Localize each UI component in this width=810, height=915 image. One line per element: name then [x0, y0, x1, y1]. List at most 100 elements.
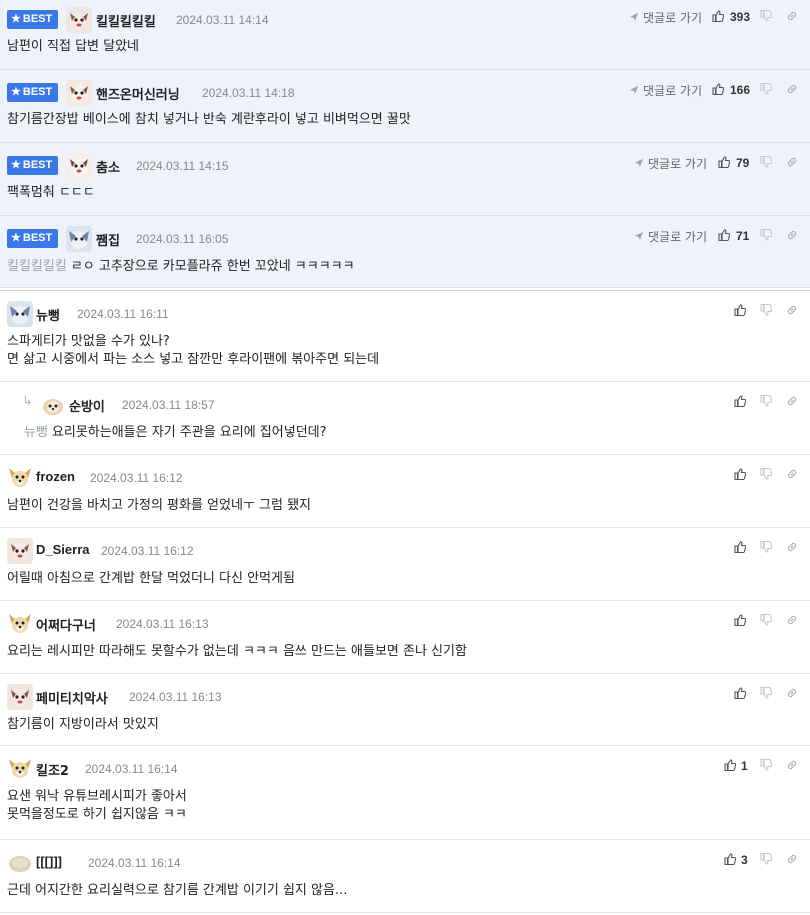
comment-text: 남편이 직접 답변 달았네: [7, 39, 139, 54]
nickname[interactable]: 킬조2: [36, 760, 69, 779]
like-count: 166: [730, 83, 751, 97]
link-icon[interactable]: [786, 468, 798, 480]
link-icon[interactable]: [786, 759, 798, 771]
avatar[interactable]: [7, 465, 33, 491]
avatar-icon: [7, 684, 33, 710]
like-count: 3: [741, 853, 748, 867]
thumbs-up-icon[interactable]: [718, 229, 730, 241]
thumbs-down-icon[interactable]: [760, 687, 772, 699]
reply-arrow-icon: [634, 231, 644, 241]
link-icon[interactable]: [786, 156, 798, 168]
thumbs-down-icon[interactable]: [760, 83, 772, 95]
timestamp: 2024.03.11 14:14: [176, 13, 269, 27]
nickname[interactable]: 킬킬킬킬킬: [96, 11, 156, 30]
avatar[interactable]: [7, 538, 33, 564]
avatar[interactable]: [7, 684, 33, 710]
link-icon[interactable]: [786, 83, 798, 95]
avatar[interactable]: [40, 392, 66, 418]
thumbs-down-icon[interactable]: [760, 468, 772, 480]
avatar[interactable]: [7, 611, 33, 637]
reply-arrow-icon: [629, 85, 639, 95]
link-icon[interactable]: [786, 304, 798, 316]
thumbs-down-icon[interactable]: [760, 759, 772, 771]
timestamp: 2024.03.11 16:13: [129, 690, 222, 704]
comment-text: 뉴뻥 요리못하는애들은 자기 주관을 요리에 집어넣던데?: [24, 425, 327, 440]
link-icon[interactable]: [786, 687, 798, 699]
thumbs-up-icon[interactable]: [724, 759, 736, 771]
comment: 킬조2 2024.03.11 16:14 1 요샌 워낙 유튜브레시피가 좋아서…: [0, 746, 810, 840]
avatar[interactable]: [66, 80, 92, 106]
nickname[interactable]: D_Sierra: [36, 542, 89, 557]
go-to-reply-link[interactable]: 댓글로 가기: [634, 155, 707, 172]
thumbs-up-icon[interactable]: [734, 687, 746, 699]
nickname[interactable]: frozen: [36, 469, 75, 484]
star-icon: ★: [11, 86, 21, 98]
timestamp: 2024.03.11 16:14: [85, 762, 178, 776]
nickname[interactable]: 핸즈온머신러닝: [96, 84, 180, 103]
nickname[interactable]: 순방이: [69, 396, 105, 415]
avatar-icon: [40, 392, 66, 418]
nickname[interactable]: 페미티치악사: [36, 688, 108, 707]
nickname[interactable]: 춤소: [96, 157, 120, 176]
nickname[interactable]: 뉴뻥: [36, 305, 60, 324]
thumbs-up-icon[interactable]: [712, 83, 724, 95]
mention[interactable]: 킬킬킬킬킬: [7, 259, 67, 274]
link-icon[interactable]: [786, 229, 798, 241]
thumbs-down-icon[interactable]: [760, 10, 772, 22]
thumbs-up-icon[interactable]: [734, 541, 746, 553]
thumbs-up-icon[interactable]: [734, 304, 746, 316]
link-icon[interactable]: [786, 614, 798, 626]
thumbs-up-icon[interactable]: [724, 853, 736, 865]
thumbs-up-icon[interactable]: [734, 614, 746, 626]
best-badge: ★ BEST: [7, 156, 59, 175]
avatar[interactable]: [7, 756, 33, 782]
nickname[interactable]: 어쩌다구너: [36, 615, 96, 634]
avatar-icon: [66, 80, 92, 106]
timestamp: 2024.03.11 14:15: [136, 159, 229, 173]
avatar[interactable]: [66, 153, 92, 179]
best-badge: ★ BEST: [7, 10, 59, 29]
link-icon[interactable]: [786, 541, 798, 553]
thumbs-down-icon[interactable]: [760, 156, 772, 168]
thumbs-down-icon[interactable]: [760, 304, 772, 316]
thumbs-down-icon[interactable]: [760, 541, 772, 553]
timestamp: 2024.03.11 18:57: [122, 398, 215, 412]
thumbs-down-icon[interactable]: [760, 614, 772, 626]
best-comment: ★ BEST 춤소 2024.03.11 14:15 댓글로 가기 79 팩폭멈춰…: [0, 143, 810, 216]
timestamp: 2024.03.11 14:18: [202, 86, 295, 100]
nickname[interactable]: [[[]]]: [36, 854, 62, 869]
comment-text: 참기름간장밥 베이스에 참치 넣거나 반숙 계란후라이 넣고 비벼먹으면 꿀맛: [7, 112, 411, 127]
avatar-icon: [66, 153, 92, 179]
mention[interactable]: 뉴뻥: [24, 425, 48, 440]
nickname[interactable]: 쨈집: [96, 230, 120, 249]
avatar[interactable]: [7, 301, 33, 327]
comment-text: 요리는 레시피만 따라해도 못할수가 없는데 ㅋㅋㅋ 음쓰 만드는 애들보면 존…: [7, 644, 467, 659]
timestamp: 2024.03.11 16:05: [136, 232, 229, 246]
link-icon[interactable]: [786, 395, 798, 407]
go-to-reply-link[interactable]: 댓글로 가기: [629, 82, 702, 99]
go-to-reply-link[interactable]: 댓글로 가기: [629, 9, 702, 26]
comment: [[[]]] 2024.03.11 16:14 3 근데 어지간한 요리실력으로…: [0, 840, 810, 913]
timestamp: 2024.03.11 16:12: [101, 544, 194, 558]
avatar-icon: [66, 226, 92, 252]
thumbs-down-icon[interactable]: [760, 395, 772, 407]
comment-text: 스파게티가 맛없을 수가 있나? 면 삶고 시중에서 파는 소스 넣고 잠깐만 …: [7, 334, 380, 367]
avatar[interactable]: [66, 7, 92, 33]
best-comment: ★ BEST 핸즈온머신러닝 2024.03.11 14:18 댓글로 가기 16…: [0, 70, 810, 143]
link-icon[interactable]: [786, 10, 798, 22]
avatar[interactable]: [66, 226, 92, 252]
avatar-icon: [66, 7, 92, 33]
avatar[interactable]: [7, 850, 33, 876]
link-icon[interactable]: [786, 853, 798, 865]
go-to-reply-link[interactable]: 댓글로 가기: [634, 228, 707, 245]
thumbs-up-icon[interactable]: [718, 156, 730, 168]
thumbs-down-icon[interactable]: [760, 853, 772, 865]
reply-arrow-icon: ↳: [22, 394, 33, 409]
best-comment: ★ BEST 쨈집 2024.03.11 16:05 댓글로 가기 71 킬킬킬킬…: [0, 216, 810, 288]
thumbs-up-icon[interactable]: [712, 10, 724, 22]
thumbs-up-icon[interactable]: [734, 468, 746, 480]
comment: 어쩌다구너 2024.03.11 16:13 요리는 레시피만 따라해도 못할수…: [0, 601, 810, 674]
thumbs-down-icon[interactable]: [760, 229, 772, 241]
comment-text: 요샌 워낙 유튜브레시피가 좋아서 못먹을정도로 하기 쉽지않음 ㅋㅋ: [7, 789, 187, 822]
thumbs-up-icon[interactable]: [734, 395, 746, 407]
